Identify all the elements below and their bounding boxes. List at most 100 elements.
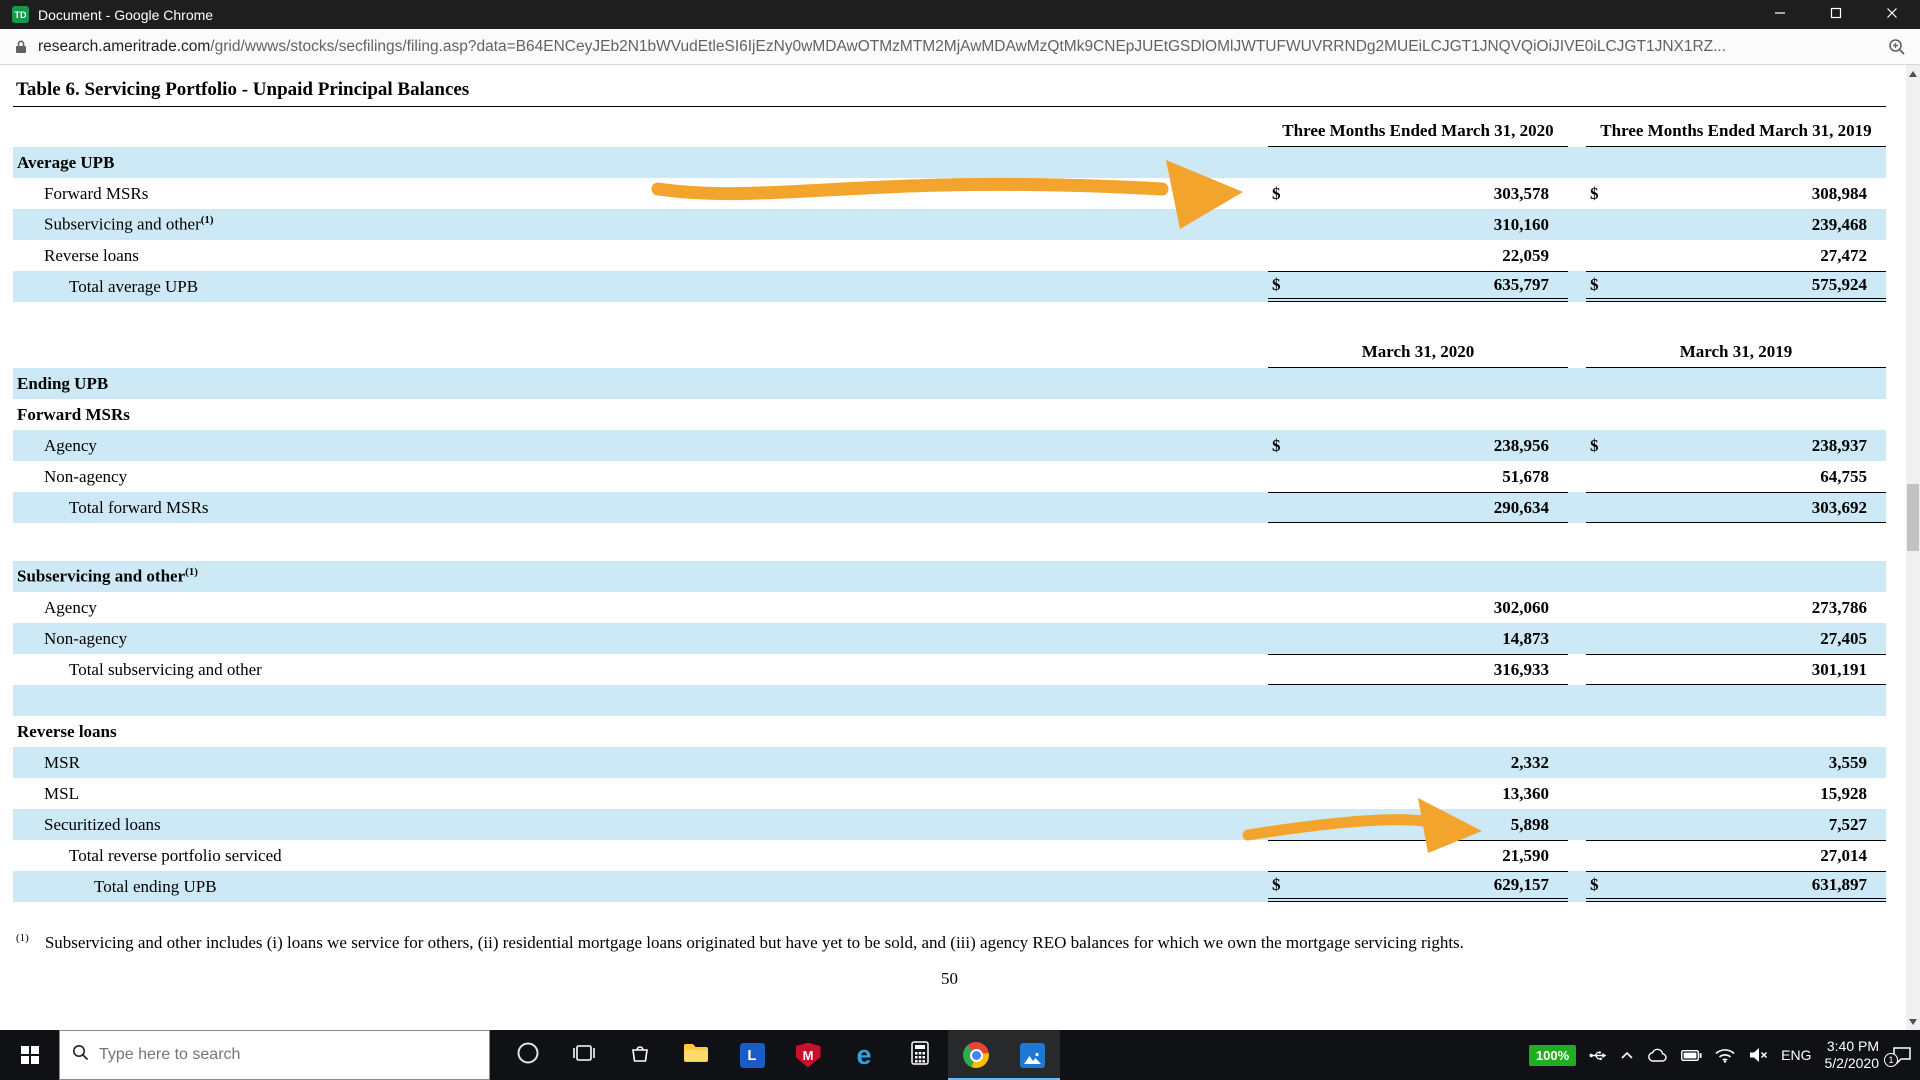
value-2019: 301,191 <box>1586 654 1886 685</box>
photos-icon <box>1019 1042 1045 1068</box>
taskbar-clock[interactable]: 3:40 PM 5/2/2020 <box>1825 1038 1880 1073</box>
maximize-button[interactable] <box>1808 0 1864 29</box>
row-forward-msrs-header: Forward MSRs <box>17 404 130 424</box>
value-2019: $575,924 <box>1586 271 1886 302</box>
window-title: Document - Google Chrome <box>38 6 214 23</box>
row-total-reverse-portfolio: Total reverse portfolio serviced 21,590 … <box>13 840 1886 871</box>
clock-date: 5/2/2020 <box>1824 1055 1880 1071</box>
onedrive-cloud-icon[interactable] <box>1647 1048 1668 1062</box>
upb-table-section-1: Three Months Ended March 31, 2020 Three … <box>13 121 1886 302</box>
value-2019: $308,984 <box>1590 183 1867 203</box>
edge-button[interactable]: e <box>836 1030 892 1080</box>
action-center-button[interactable]: 1 <box>1884 1046 1912 1067</box>
value-2020: 316,933 <box>1268 654 1568 685</box>
l-app-icon: L <box>739 1042 765 1068</box>
photos-button[interactable] <box>1004 1030 1060 1080</box>
windows-logo-icon <box>20 1046 39 1064</box>
calculator-button[interactable] <box>892 1030 948 1080</box>
close-icon <box>1886 7 1898 22</box>
scroll-down-arrow[interactable] <box>1906 1014 1920 1029</box>
value-2020: 5,898 <box>1510 814 1549 834</box>
title-bar: TD Document - Google Chrome <box>0 0 1920 29</box>
wifi-icon[interactable] <box>1715 1048 1735 1063</box>
zoom-icon[interactable] <box>1888 38 1906 56</box>
column-headers-2: March 31, 2020 March 31, 2019 <box>13 342 1886 368</box>
document-area: Table 6. Servicing Portfolio - Unpaid Pr… <box>0 65 1906 1030</box>
task-view-icon <box>572 1043 596 1068</box>
row-reverse-loans: Reverse loans 22,059 27,472 <box>13 240 1886 271</box>
mcafee-button[interactable]: M <box>780 1030 836 1080</box>
value-2019: 64,755 <box>1820 466 1867 486</box>
l-app-button[interactable]: L <box>724 1030 780 1080</box>
value-2020: 2,332 <box>1510 752 1549 772</box>
usb-icon[interactable] <box>1589 1049 1607 1062</box>
column-headers-1: Three Months Ended March 31, 2020 Three … <box>13 121 1886 147</box>
search-input[interactable] <box>99 1046 477 1064</box>
value-2019: 27,472 <box>1820 245 1867 265</box>
row-securitized-loans: Securitized loans 5,898 7,527 <box>13 809 1886 840</box>
row-reverse-loans-header: Reverse loans <box>17 721 117 741</box>
address-bar[interactable]: research.ameritrade.com/grid/wwws/stocks… <box>0 29 1920 65</box>
edge-icon: e <box>856 1039 872 1070</box>
close-button[interactable] <box>1864 0 1920 29</box>
value-2020: $238,956 <box>1272 435 1549 455</box>
value-2020: 14,873 <box>1502 628 1549 648</box>
taskbar-apps: L M e <box>500 1030 1060 1080</box>
chrome-icon <box>963 1042 989 1068</box>
scroll-up-arrow[interactable] <box>1906 66 1920 81</box>
row-average-upb: Average UPB <box>13 147 1886 178</box>
row-subservicing-and-other: Subservicing and other(1) 310,160 239,46… <box>13 209 1886 240</box>
start-button[interactable] <box>0 1030 59 1080</box>
minimize-icon <box>1774 7 1786 22</box>
document-title: Table 6. Servicing Portfolio - Unpaid Pr… <box>13 71 1886 107</box>
col-header-2019: March 31, 2019 <box>1586 342 1886 368</box>
url-text[interactable]: research.ameritrade.com/grid/wwws/stocks… <box>38 38 1888 56</box>
search-icon <box>72 1044 89 1066</box>
cortana-button[interactable] <box>500 1030 556 1080</box>
page-number: 50 <box>941 968 958 988</box>
row-total-ending-upb: Total ending UPB $629,157 $631,897 <box>13 871 1886 902</box>
chrome-button[interactable] <box>948 1030 1004 1080</box>
value-2020: 310,160 <box>1493 214 1549 234</box>
value-2019: 3,559 <box>1828 752 1867 772</box>
row-spacer-white <box>13 523 1886 561</box>
td-ameritrade-favicon: TD <box>12 6 29 23</box>
file-explorer-button[interactable] <box>668 1030 724 1080</box>
minimize-button[interactable] <box>1752 0 1808 29</box>
task-view-button[interactable] <box>556 1030 612 1080</box>
system-tray: 100% ENG 3:40 PM 5/2/2020 1 <box>1528 1030 1920 1080</box>
row-forward-msrs: Forward MSRs $303,578 $308,984 <box>13 178 1886 209</box>
battery-icon[interactable] <box>1681 1049 1702 1061</box>
store-icon <box>629 1042 651 1069</box>
url-domain: research.ameritrade.com <box>38 37 211 55</box>
row-subservicing-header: Subservicing and other(1) <box>13 561 1886 592</box>
row-msr: MSR 2,332 3,559 <box>13 747 1886 778</box>
scrollbar[interactable] <box>1906 65 1920 1030</box>
footnote: (1) Subservicing and other includes (i) l… <box>13 932 1886 953</box>
taskbar-search[interactable] <box>59 1030 490 1080</box>
footnote-marker: (1) <box>16 932 29 944</box>
footnote-ref: (1) <box>185 566 198 579</box>
lock-icon[interactable] <box>14 39 28 55</box>
cortana-icon <box>516 1041 540 1070</box>
language-indicator[interactable]: ENG <box>1781 1047 1811 1063</box>
value-2020: $629,157 <box>1268 871 1568 902</box>
value-2020: $303,578 <box>1272 183 1549 203</box>
volume-muted-icon[interactable] <box>1748 1047 1768 1063</box>
store-button[interactable] <box>612 1030 668 1080</box>
col-header-2020: Three Months Ended March 31, 2020 <box>1268 121 1568 147</box>
row-total-subservicing: Total subservicing and other 316,933 301… <box>13 654 1886 685</box>
footnote-ref: (1) <box>200 214 214 227</box>
value-2020: 290,634 <box>1268 492 1568 523</box>
row-spacer-blue <box>13 685 1886 716</box>
battery-percent-badge[interactable]: 100% <box>1528 1044 1577 1066</box>
row-agency-fwd: Agency $238,956 $238,937 <box>13 430 1886 461</box>
value-2019: 7,527 <box>1828 814 1867 834</box>
value-2019: 273,786 <box>1811 597 1867 617</box>
row-non-agency-sub: Non-agency 14,873 27,405 <box>13 623 1886 654</box>
scrollbar-thumb[interactable] <box>1907 484 1919 551</box>
col-header-2019: Three Months Ended March 31, 2019 <box>1586 121 1886 147</box>
value-2019: 303,692 <box>1586 492 1886 523</box>
row-total-forward-msrs: Total forward MSRs 290,634 303,692 <box>13 492 1886 523</box>
show-hidden-icons-chevron[interactable] <box>1620 1051 1634 1060</box>
